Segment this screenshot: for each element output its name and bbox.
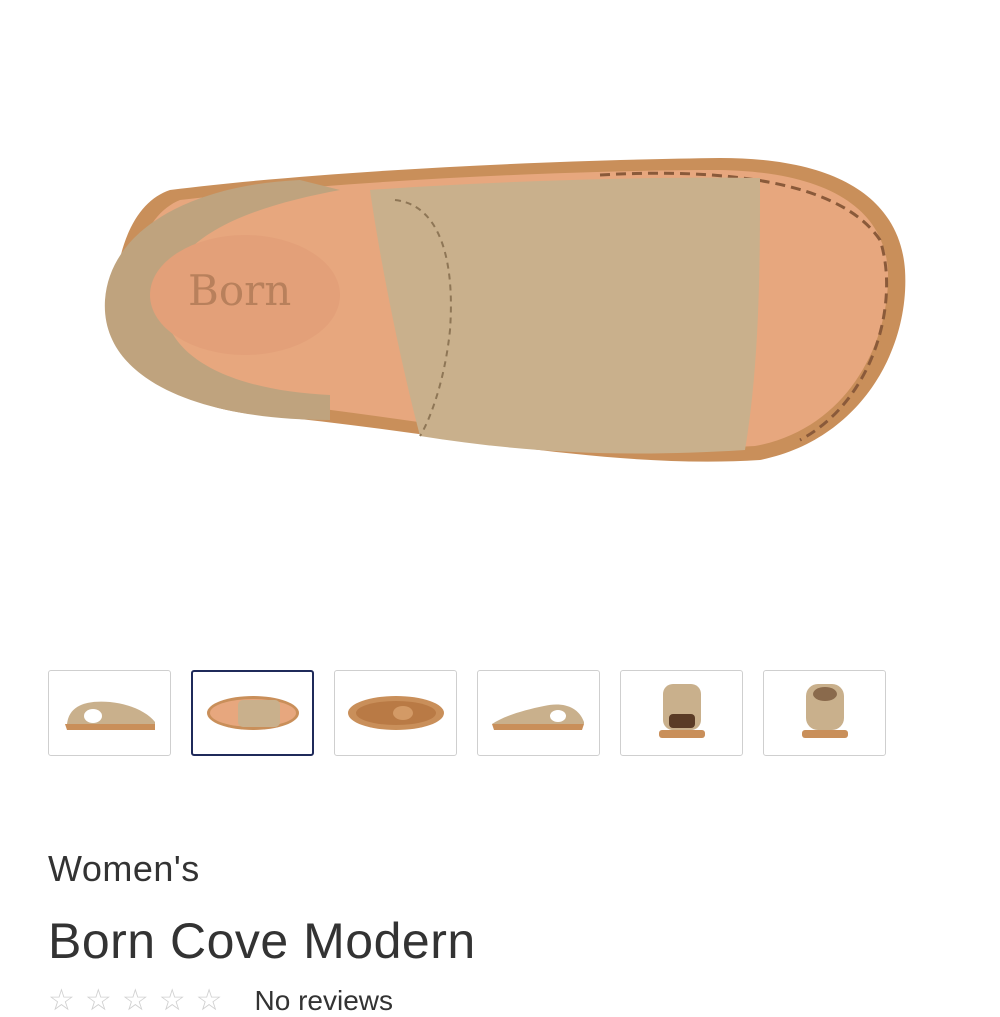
sandal-top-view-image: Born [104,158,906,462]
thumbnail-back[interactable] [763,670,886,756]
thumbnail-front[interactable] [620,670,743,756]
svg-text:Born: Born [188,266,291,315]
thumbnail-side-outer[interactable] [477,670,600,756]
star-icon: ☆ [121,984,149,1017]
product-main-image[interactable]: Born [0,0,1000,640]
sandal-top-thumbnail-image [206,696,299,730]
star-icon: ☆ [195,984,223,1017]
sandal-sole-thumbnail-image [347,696,444,730]
thumbnail-gallery [48,670,886,756]
sandal-side-outer-thumbnail-image [491,704,584,730]
product-title: Born Cove Modern [48,913,476,969]
star-icon: ☆ [84,984,112,1017]
product-category: Women's [48,848,200,889]
thumbnail-top[interactable] [191,670,314,756]
thumbnail-side-inner[interactable] [48,670,171,756]
star-icon: ☆ [48,984,75,1017]
review-count-text[interactable]: No reviews [255,986,393,1016]
sandal-side-thumbnail-image [64,701,155,730]
sandal-front-thumbnail-image [658,684,705,738]
star-icon: ☆ [158,984,186,1017]
rating-row[interactable]: ☆ ☆ ☆ ☆ ☆ No reviews [48,986,393,1016]
thumbnail-sole[interactable] [334,670,457,756]
sandal-back-thumbnail-image [801,684,848,738]
